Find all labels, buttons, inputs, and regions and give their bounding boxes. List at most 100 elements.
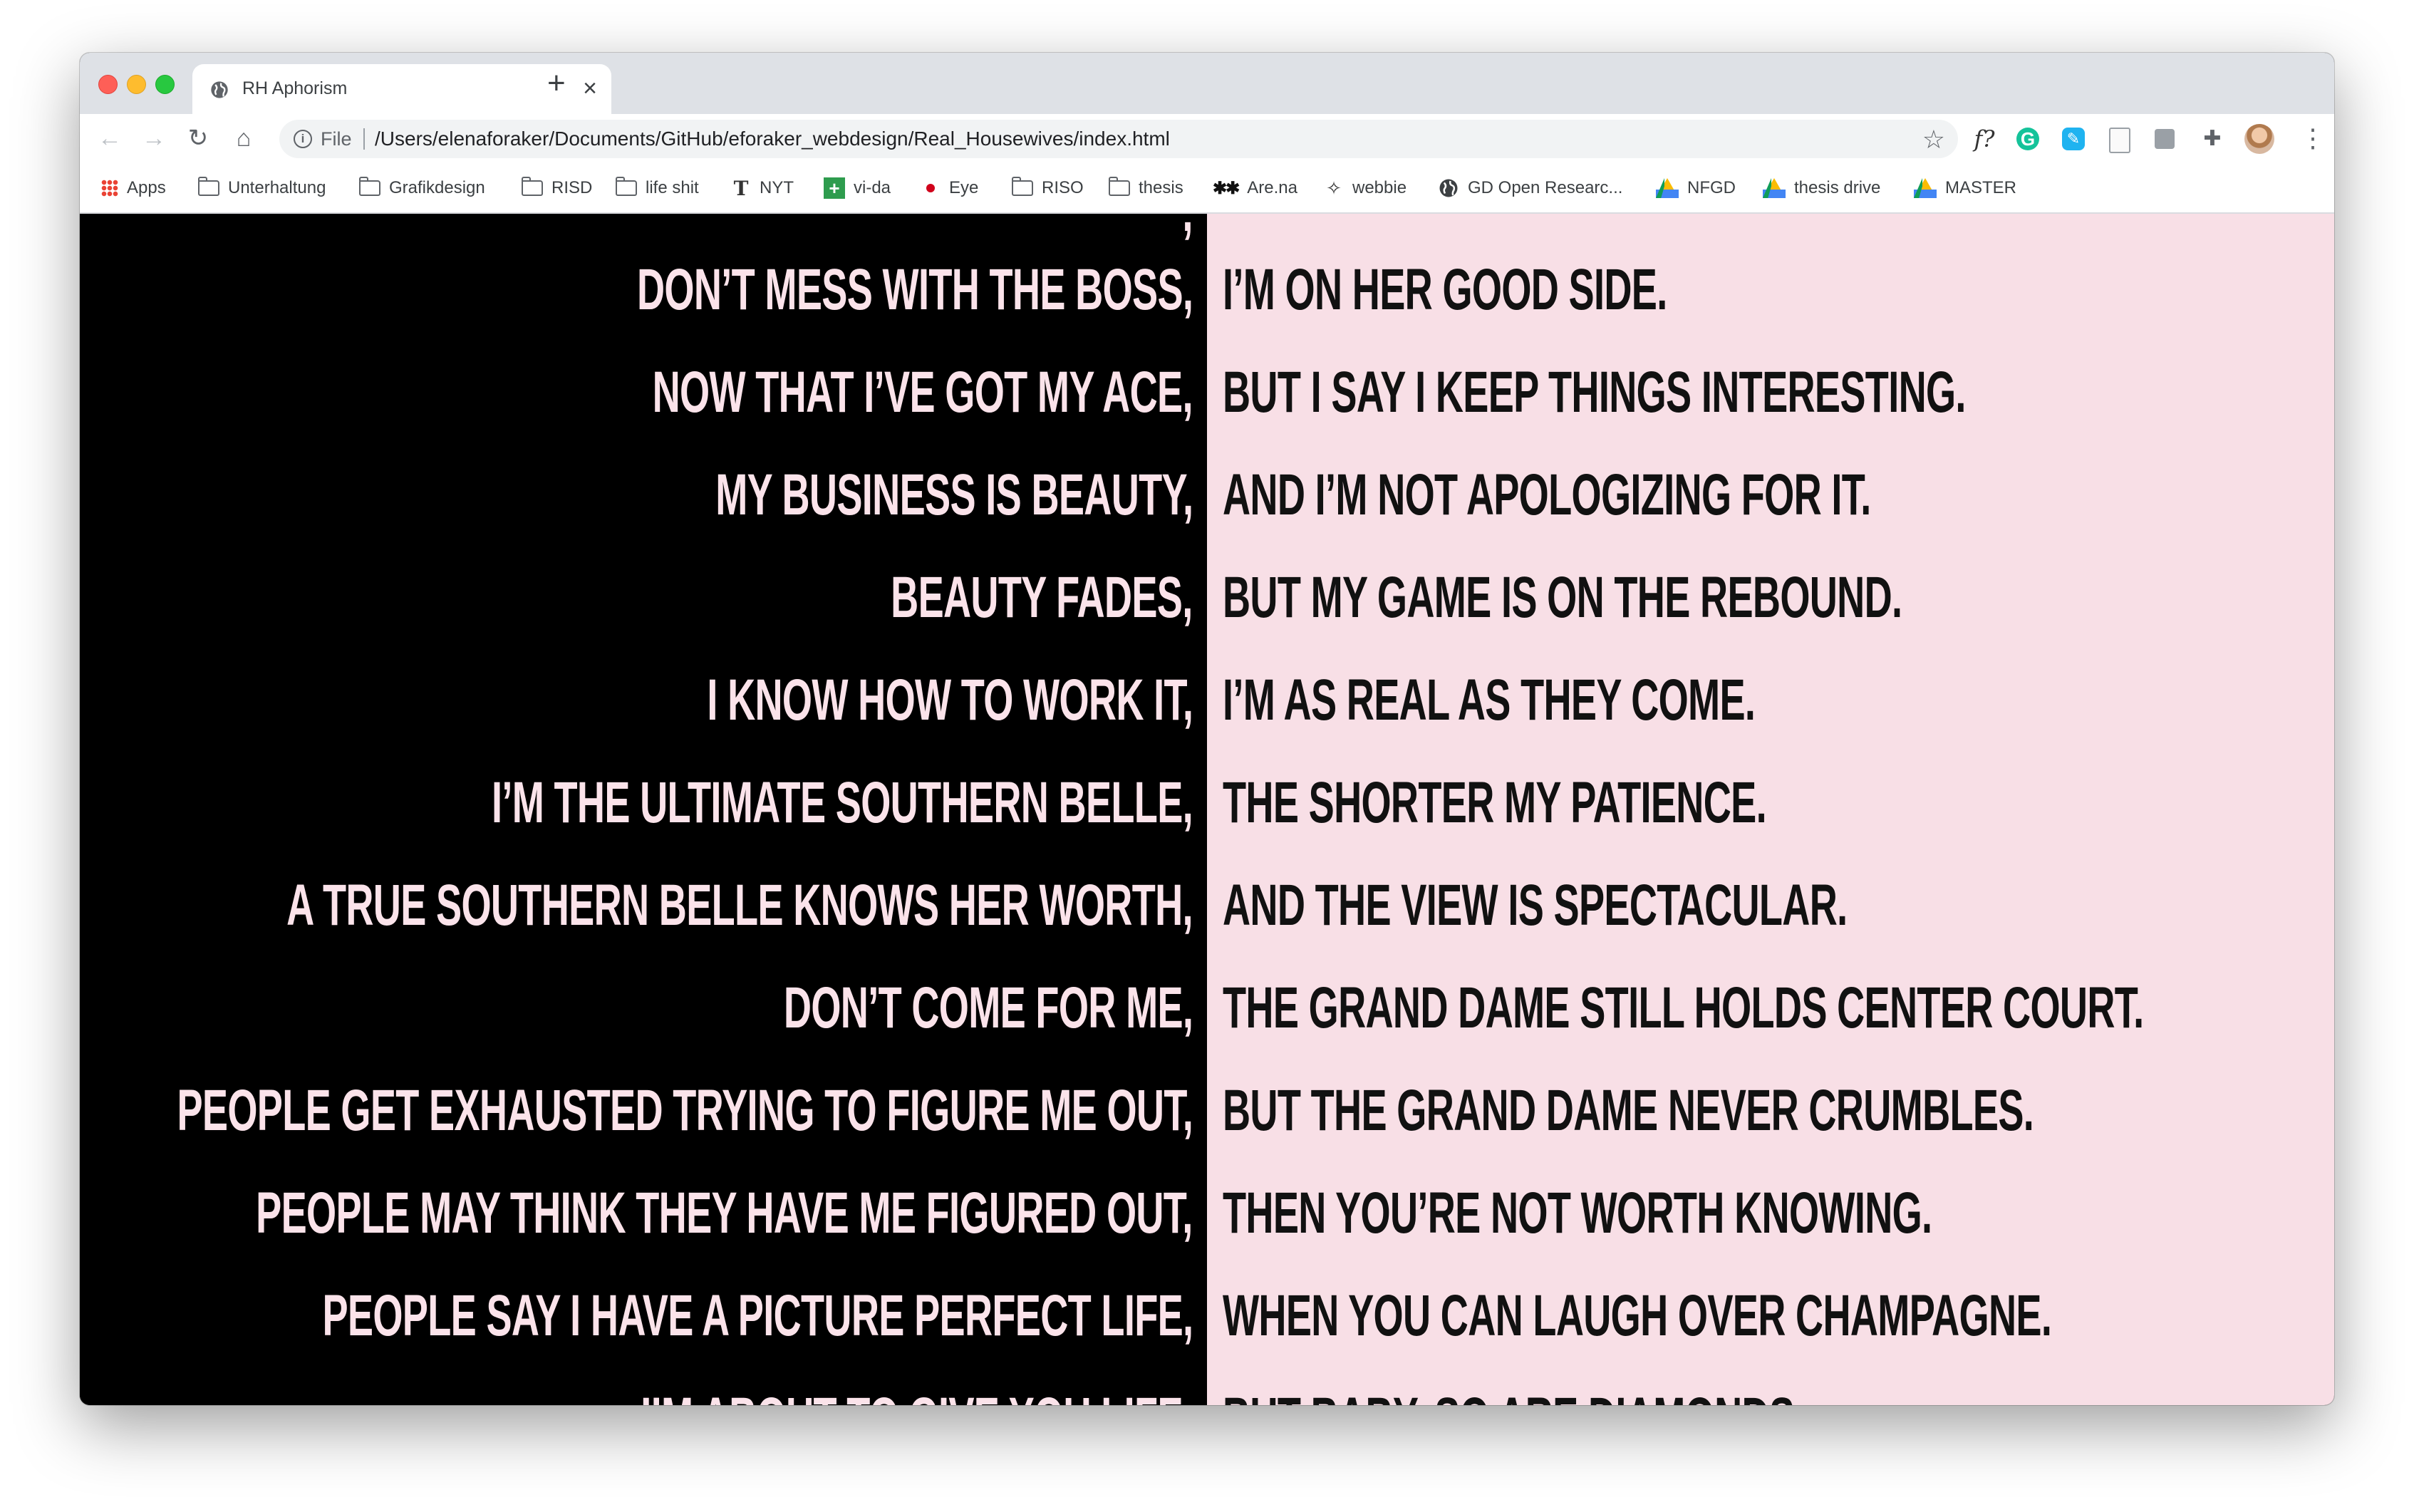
aphorism-left-line: MY BUSINESS IS BEAUTY, bbox=[715, 462, 1193, 527]
eye-dot-icon bbox=[926, 184, 935, 192]
bookmark-label: NFGD bbox=[1687, 178, 1736, 197]
bookmark-vi-da[interactable]: + vi-da bbox=[824, 164, 891, 212]
document-extension-icon[interactable] bbox=[2109, 128, 2130, 153]
bookmark-master[interactable]: MASTER bbox=[1914, 164, 2016, 212]
aphorism-right-line: AND THE VIEW IS SPECTACULAR. bbox=[1223, 873, 1848, 938]
bookmark-life-shit[interactable]: life shit bbox=[616, 164, 699, 212]
folder-icon bbox=[1012, 177, 1033, 196]
globe-icon bbox=[1439, 179, 1458, 197]
browser-toolbar: ← → ↻ ⌂ i File /Users/elenaforaker/Docum… bbox=[80, 114, 2334, 164]
bookmark-label: RISD bbox=[551, 178, 593, 197]
aphorism-left-line: I’M THE ULTIMATE SOUTHERN BELLE, bbox=[491, 770, 1193, 835]
folder-icon bbox=[616, 177, 637, 196]
tab-title: RH Aphorism bbox=[242, 78, 348, 98]
home-button[interactable]: ⌂ bbox=[231, 125, 257, 151]
grammarly-icon[interactable]: G bbox=[2016, 128, 2039, 150]
forward-button[interactable]: → bbox=[141, 125, 167, 151]
bookmarks-bar: Apps Unterhaltung Grafikdesign RISD life… bbox=[80, 164, 2334, 214]
bookmark-label: webbie bbox=[1352, 178, 1407, 197]
bookmark-unterhaltung[interactable]: Unterhaltung bbox=[198, 164, 326, 212]
bookmark-risd[interactable]: RISD bbox=[522, 164, 592, 212]
bookmark-eye[interactable]: Eye bbox=[921, 164, 978, 212]
new-tab-button[interactable]: + bbox=[547, 67, 566, 100]
close-tab-icon[interactable]: × bbox=[583, 76, 597, 101]
drive-icon bbox=[1763, 178, 1786, 198]
bookmark-label: thesis bbox=[1139, 178, 1183, 197]
bookmark-thesis[interactable]: thesis bbox=[1109, 164, 1183, 212]
bookmark-riso[interactable]: RISO bbox=[1012, 164, 1084, 212]
drive-icon bbox=[1656, 178, 1679, 198]
aphorism-left-line: PEOPLE MAY THINK THEY HAVE ME FIGURED OU… bbox=[256, 1181, 1193, 1246]
aphorism-column-right: I’M ON HER GOOD SIDE. BUT I SAY I KEEP T… bbox=[1207, 214, 2334, 1405]
address-separator bbox=[363, 128, 365, 150]
bookmark-are-na[interactable]: ✱✱ Are.na bbox=[1213, 164, 1297, 212]
apps-grid-icon bbox=[101, 180, 118, 197]
bookmark-label: vi-da bbox=[854, 178, 891, 197]
screencastify-icon[interactable]: ✎ bbox=[2062, 128, 2085, 150]
folder-icon bbox=[359, 177, 380, 196]
maximize-window-button[interactable] bbox=[155, 75, 175, 94]
vida-icon: + bbox=[824, 177, 845, 199]
browser-window: RH Aphorism × + ← → ↻ ⌂ i File /Users/el… bbox=[80, 53, 2334, 1405]
aphorism-right-line: THE GRAND DAME STILL HOLDS CENTER COURT. bbox=[1223, 975, 2144, 1040]
aphorism-right-line: I’M AS REAL AS THEY COME. bbox=[1223, 668, 1756, 732]
minimize-window-button[interactable] bbox=[127, 75, 146, 94]
reload-button[interactable]: ↻ bbox=[185, 125, 211, 151]
aphorism-left-line: I’M ABOUT TO GIVE YOU LIFE, bbox=[641, 1372, 1193, 1405]
bookmark-nfgd[interactable]: NFGD bbox=[1656, 164, 1736, 212]
bookmark-thesis-drive[interactable]: thesis drive bbox=[1763, 164, 1880, 212]
aphorism-right-line: BUT BABY, SO ARE DIAMONDS. bbox=[1223, 1372, 1805, 1405]
folder-icon bbox=[522, 177, 543, 196]
profile-avatar[interactable] bbox=[2244, 124, 2274, 154]
drive-icon bbox=[1914, 178, 1937, 198]
folder-icon bbox=[198, 177, 219, 196]
aphorism-right-line: WHEN YOU CAN LAUGH OVER CHAMPAGNE. bbox=[1223, 1283, 2052, 1348]
page-content: , DON’T MESS WITH THE BOSS, NOW THAT I’V… bbox=[80, 214, 2334, 1405]
aphorism-left-line: DON’T COME FOR ME, bbox=[783, 975, 1193, 1040]
aphorism-left-line: PEOPLE SAY I HAVE A PICTURE PERFECT LIFE… bbox=[322, 1283, 1193, 1348]
scheme-label: File bbox=[321, 128, 352, 150]
back-button[interactable]: ← bbox=[97, 125, 123, 151]
site-info-icon[interactable]: i bbox=[294, 130, 312, 148]
aphorism-right-line: AND I’M NOT APOLOGIZING FOR IT. bbox=[1223, 462, 1871, 527]
bookmark-label: RISO bbox=[1042, 178, 1084, 197]
aphorism-right-line: BUT I SAY I KEEP THINGS INTERESTING. bbox=[1223, 360, 1966, 425]
aphorism-left-line: A TRUE SOUTHERN BELLE KNOWS HER WORTH, bbox=[286, 873, 1193, 938]
puzzle-extensions-icon[interactable]: ✚ bbox=[2199, 125, 2226, 152]
bookmark-nyt[interactable]: T NYT bbox=[731, 164, 794, 212]
close-window-button[interactable] bbox=[98, 75, 118, 94]
bookmark-label: Unterhaltung bbox=[228, 178, 326, 197]
bookmark-label: thesis drive bbox=[1794, 178, 1881, 197]
tab-strip: RH Aphorism × + bbox=[80, 53, 2334, 114]
aphorism-left-line: BEAUTY FADES, bbox=[891, 565, 1193, 630]
bookmark-star-icon[interactable]: ☆ bbox=[1922, 125, 1945, 155]
browser-menu-icon[interactable]: ⋮ bbox=[2300, 124, 2326, 152]
nyt-icon: T bbox=[733, 176, 749, 200]
folder-icon bbox=[1109, 177, 1130, 196]
bookmark-label: GD Open Researc... bbox=[1468, 178, 1623, 197]
bookmark-label: Apps bbox=[127, 178, 166, 197]
aphorism-right-line: BUT THE GRAND DAME NEVER CRUMBLES. bbox=[1223, 1078, 2034, 1143]
aphorism-right-line: THEN YOU’RE NOT WORTH KNOWING. bbox=[1223, 1181, 1932, 1246]
bookmark-webbie[interactable]: ✧ webbie bbox=[1324, 164, 1407, 212]
aphorism-right-line: BUT MY GAME IS ON THE REBOUND. bbox=[1223, 565, 1902, 630]
aphorism-left-line: PEOPLE GET EXHAUSTED TRYING TO FIGURE ME… bbox=[177, 1078, 1193, 1143]
bookmark-apps[interactable]: Apps bbox=[101, 164, 166, 212]
copy-extension-icon[interactable] bbox=[2155, 129, 2175, 149]
bookmark-grafikdesign[interactable]: Grafikdesign bbox=[359, 164, 485, 212]
aphorism-right-line: I’M ON HER GOOD SIDE. bbox=[1223, 257, 1667, 322]
aphorism-left-line: NOW THAT I’VE GOT MY ACE, bbox=[652, 360, 1193, 425]
bookmark-label: NYT bbox=[760, 178, 794, 197]
bookmark-label: Eye bbox=[949, 178, 979, 197]
bookmark-gd-open-research[interactable]: GD Open Researc... bbox=[1438, 164, 1622, 212]
aphorism-column-left: , DON’T MESS WITH THE BOSS, NOW THAT I’V… bbox=[80, 214, 1207, 1405]
aphorism-right-line: THE SHORTER MY PATIENCE. bbox=[1223, 770, 1767, 835]
arena-icon: ✱✱ bbox=[1213, 178, 1240, 198]
formula-extension-icon[interactable]: f? bbox=[1971, 125, 1998, 152]
url-text[interactable]: /Users/elenaforaker/Documents/GitHub/efo… bbox=[375, 128, 1170, 150]
sparkle-icon: ✧ bbox=[1326, 177, 1342, 199]
address-bar[interactable]: i File /Users/elenaforaker/Documents/Git… bbox=[279, 120, 1958, 158]
bookmark-label: life shit bbox=[646, 178, 699, 197]
aphorism-left-line: DON’T MESS WITH THE BOSS, bbox=[636, 257, 1193, 322]
bookmark-label: Are.na bbox=[1247, 178, 1297, 197]
